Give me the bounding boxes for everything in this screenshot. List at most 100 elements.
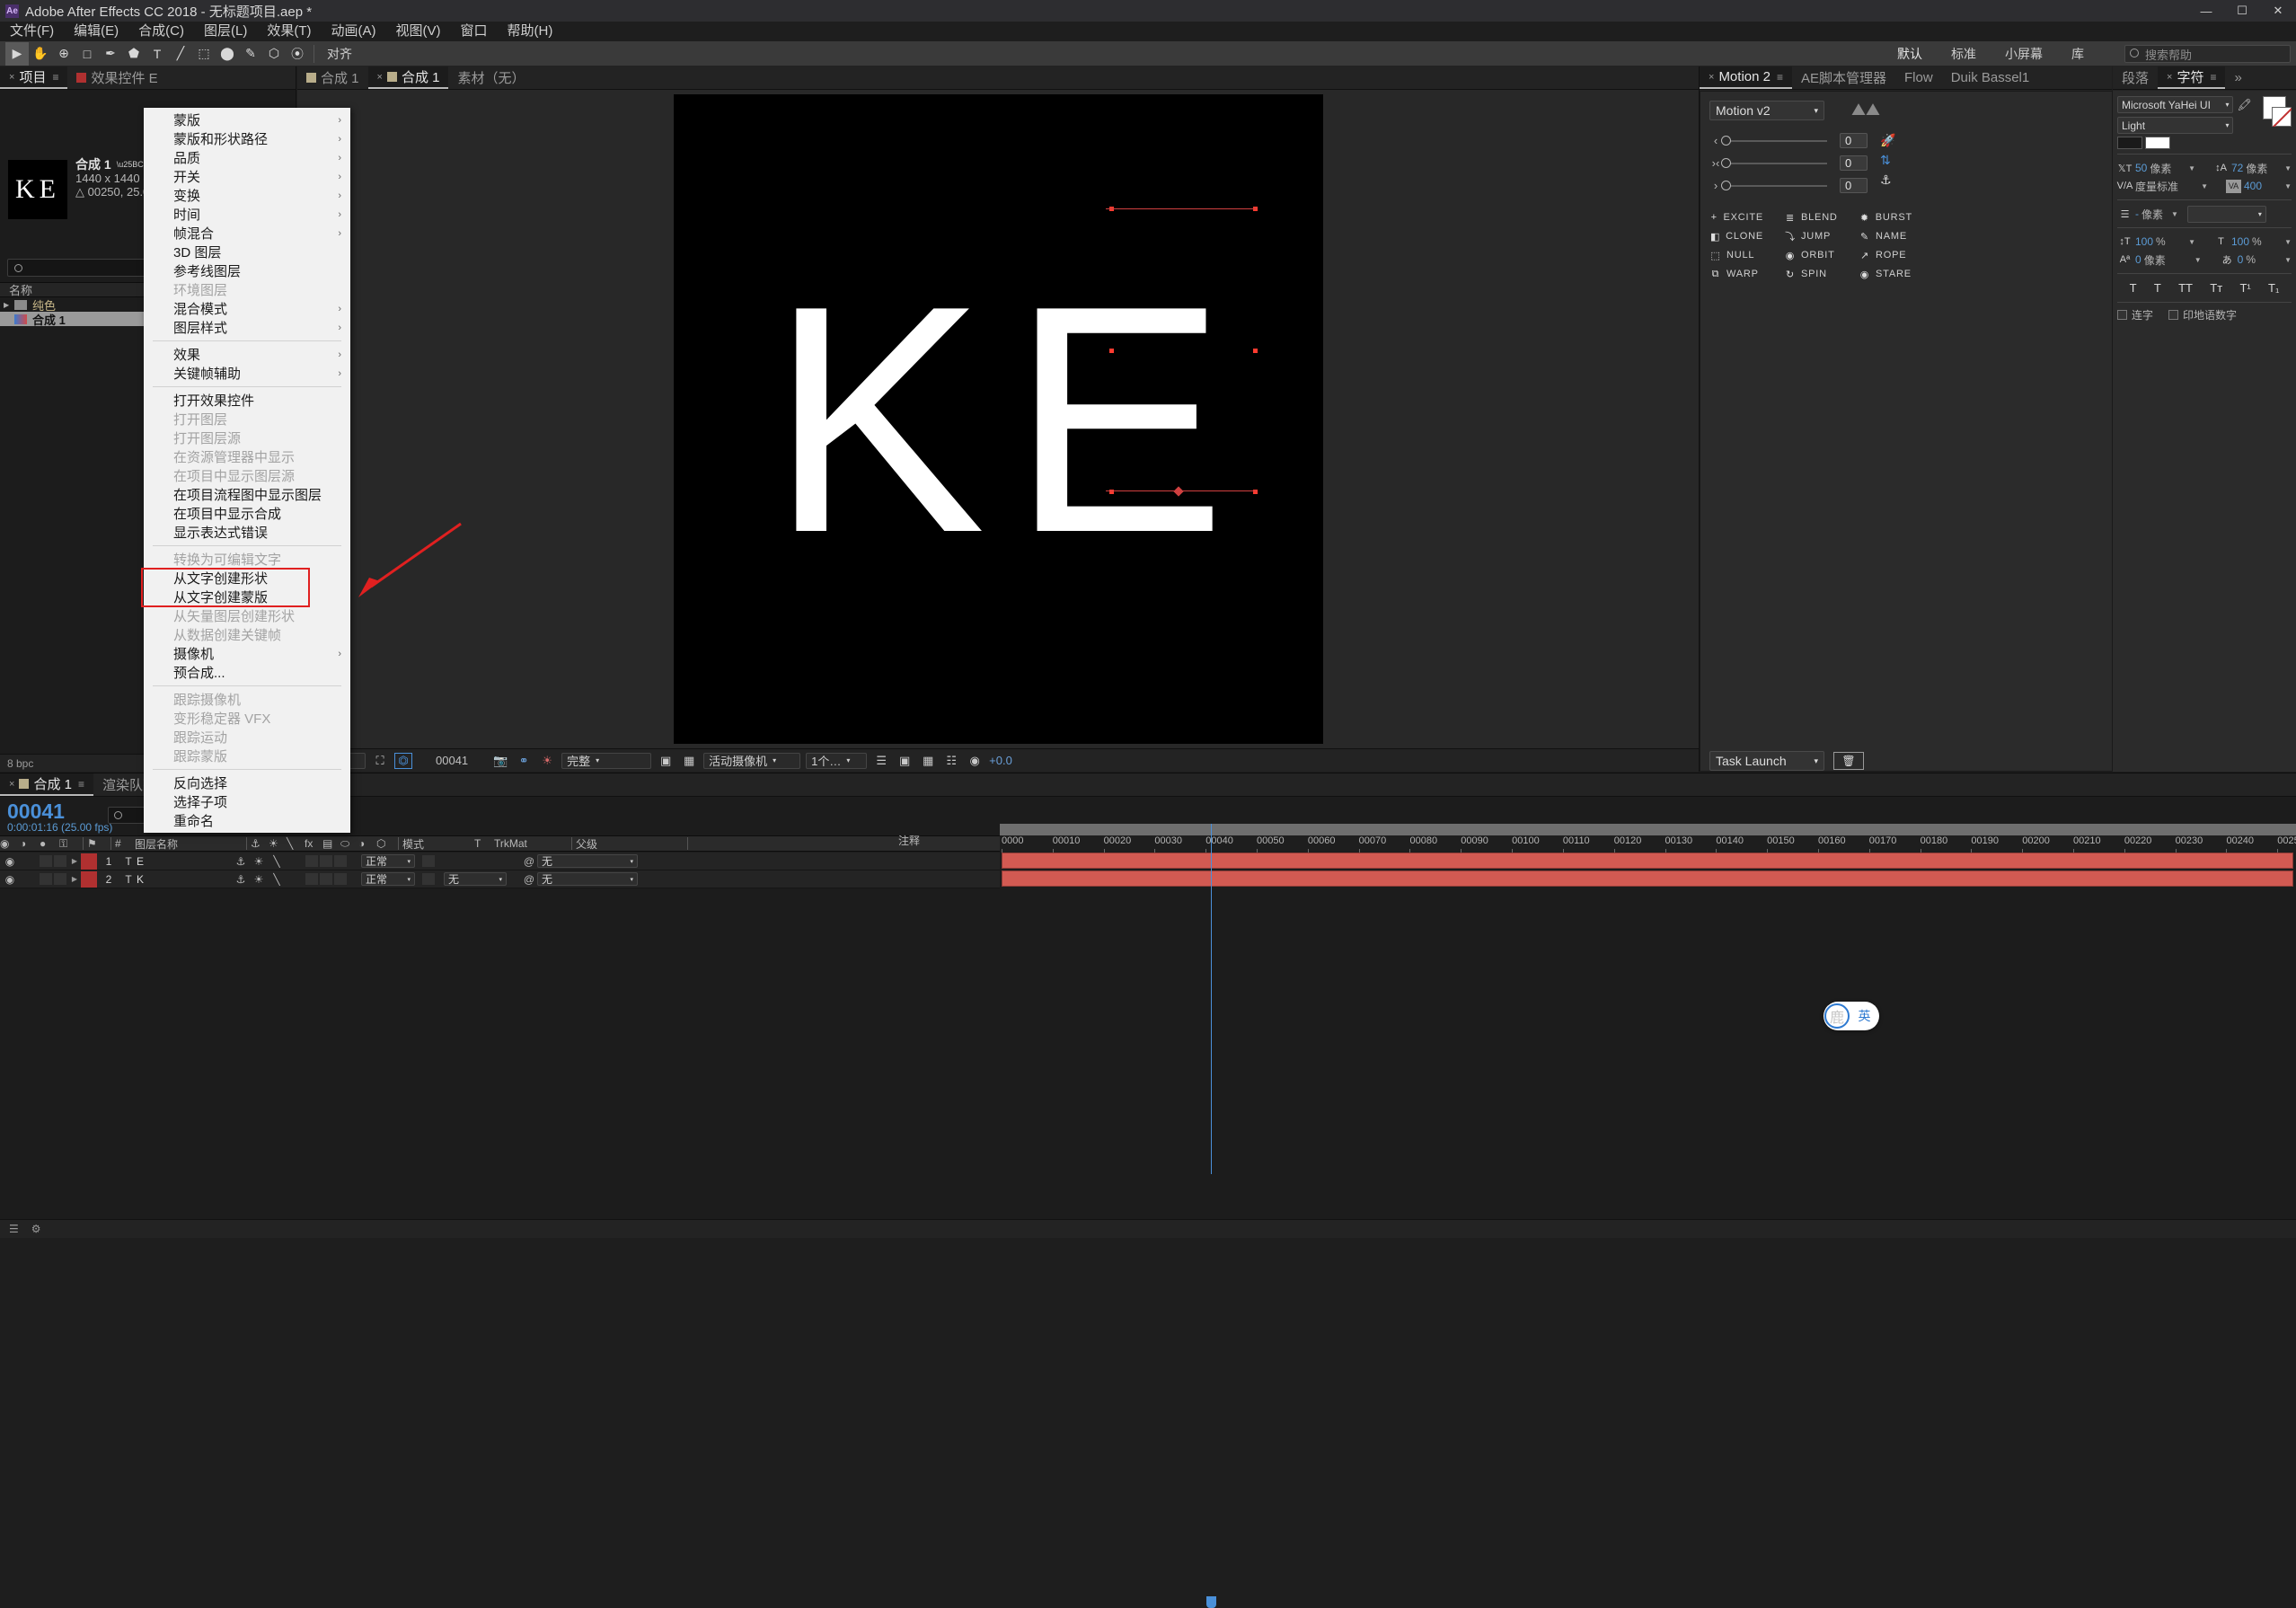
motion-slider-value[interactable]: 0 xyxy=(1840,155,1868,171)
motion-button-blend[interactable]: ≣ BLEND xyxy=(1784,211,1838,224)
motion-slider-knob[interactable] xyxy=(1721,157,1731,168)
tool-10-icon[interactable]: ✎ xyxy=(239,42,262,66)
layer-visibility-icon[interactable]: ◉ xyxy=(0,873,20,886)
chevron-down-icon[interactable]: ▼ xyxy=(2194,256,2202,264)
motionblur-switch-cell[interactable] xyxy=(334,855,347,867)
text-style-button-1[interactable]: T xyxy=(2154,281,2161,295)
menu-item-8[interactable]: 帮助(H) xyxy=(498,22,563,41)
selection-handle[interactable] xyxy=(1108,349,1114,353)
baseline-shift-value[interactable]: 0 xyxy=(2135,253,2141,266)
motion-button-clone[interactable]: ◧ CLONE xyxy=(1709,230,1763,243)
timeline-ruler[interactable]: 0000 00010 00020 00030 00040 00050 00060 00070 0… xyxy=(1000,835,2296,853)
chevron-down-icon[interactable]: ▼ xyxy=(2284,164,2292,172)
menu-item-5[interactable]: 动画(A) xyxy=(321,22,385,41)
context-menu-item[interactable]: 预合成... xyxy=(144,663,350,682)
menu-item-3[interactable]: 图层(L) xyxy=(194,22,257,41)
quality-select[interactable]: 完整 ▾ xyxy=(561,752,652,769)
viewer-timecode[interactable]: 00041 xyxy=(436,754,468,767)
viewer-tab-1[interactable]: × 合成 1 xyxy=(367,66,449,89)
motion-button-name[interactable]: ✎ NAME xyxy=(1859,230,1912,243)
context-menu-item[interactable]: 重命名 xyxy=(144,811,350,830)
kerning-value[interactable]: 度量标准 xyxy=(2135,179,2178,194)
context-menu-item[interactable]: 摄像机 › xyxy=(144,644,350,663)
leading-value[interactable]: 72 xyxy=(2231,162,2243,174)
timeline-layer-row[interactable]: ◉ ▶ 1 T E ⚓ ☀ ╲ 正常 ▾ @ 无 ▾ xyxy=(0,853,1000,870)
character-tab-1[interactable]: × 字符 ≡ xyxy=(2158,66,2226,89)
effects-switch-cell[interactable] xyxy=(305,855,318,867)
context-menu-item[interactable]: 帧混合 › xyxy=(144,224,350,243)
column-solo-icon[interactable]: ● xyxy=(40,835,59,852)
layer-lock-cell[interactable] xyxy=(54,855,66,867)
switch-column-7[interactable]: ⬡ xyxy=(376,835,394,852)
context-menu-item[interactable]: 蒙版和形状路径 › xyxy=(144,129,350,148)
layer-parent-select[interactable]: 无 ▾ xyxy=(537,872,638,886)
layer-name[interactable]: K xyxy=(137,873,219,886)
menu-item-1[interactable]: 编辑(E) xyxy=(64,22,128,41)
eyedropper-icon[interactable]: 🖍 xyxy=(2237,96,2252,134)
motion-button-warp[interactable]: ⧉ WARP xyxy=(1709,268,1763,280)
motion-slider-knob[interactable] xyxy=(1721,135,1731,146)
frameblend-switch-cell[interactable] xyxy=(320,873,332,885)
selection-handle[interactable] xyxy=(1252,349,1258,353)
show-snapshot-icon[interactable]: ⚭ xyxy=(515,753,533,769)
motion-button-orbit[interactable]: ◉ ORBIT xyxy=(1784,249,1838,261)
layer-mode-select[interactable]: 正常 ▾ xyxy=(361,872,415,886)
font-size-value[interactable]: 50 xyxy=(2135,162,2147,174)
timeline-tab-0[interactable]: × 合成 1 ≡ xyxy=(0,773,93,796)
character-tab-0[interactable]: 段落 xyxy=(2113,66,2158,89)
context-menu-item[interactable]: 变换 › xyxy=(144,186,350,205)
trash-icon[interactable]: 🗑 xyxy=(1833,752,1864,770)
slider-direction-icon[interactable]: › xyxy=(1709,179,1722,192)
font-style-select[interactable]: Light ▾ xyxy=(2117,117,2234,134)
horizontal-scale-value[interactable]: 100 xyxy=(2231,235,2249,248)
context-menu-item[interactable]: 品质 › xyxy=(144,148,350,167)
ime-floating-widget[interactable]: 鹿 英 xyxy=(1824,1002,1879,1030)
tool-9-icon[interactable]: ⬤ xyxy=(216,42,239,66)
motion-button-stare[interactable]: ◉ STARE xyxy=(1859,268,1912,280)
chevron-down-icon[interactable]: ▼ xyxy=(2284,238,2292,246)
context-menu-item[interactable]: 效果 › xyxy=(144,345,350,364)
menu-item-6[interactable]: 视图(V) xyxy=(385,22,450,41)
exposure-value[interactable]: +0.0 xyxy=(989,754,1012,767)
updown-arrow-icon[interactable]: ⇅ xyxy=(1880,153,1895,168)
task-launch-select[interactable]: Task Launch ▾ xyxy=(1709,751,1824,771)
column-label-icon[interactable]: ⚑ xyxy=(87,835,107,852)
motion-button-burst[interactable]: ✹ BURST xyxy=(1859,211,1912,224)
fill-stroke-swatches[interactable] xyxy=(2256,96,2292,134)
anchor-icon[interactable]: ⚓ xyxy=(1880,172,1895,188)
context-menu-item[interactable]: 时间 › xyxy=(144,205,350,224)
chevron-down-icon[interactable]: ▼ xyxy=(2284,256,2292,264)
tool-7-icon[interactable]: ╱ xyxy=(169,42,192,66)
context-menu-item[interactable]: 参考线图层 xyxy=(144,261,350,280)
tool-6-icon[interactable]: T xyxy=(146,42,169,66)
white-fill-swatch[interactable] xyxy=(2145,137,2170,149)
close-icon[interactable]: × xyxy=(2167,72,2172,83)
tool-4-icon[interactable]: ✒ xyxy=(99,42,122,66)
switch-column-0[interactable]: ⚓ xyxy=(251,835,269,852)
transparency-grid-icon[interactable]: ▦ xyxy=(680,753,698,769)
font-family-select[interactable]: Microsoft YaHei UI ▾ xyxy=(2117,96,2234,113)
switch-column-5[interactable]: ⬭ xyxy=(340,835,358,852)
project-tab-1[interactable]: 效果控件 E xyxy=(67,66,166,89)
context-menu-item[interactable]: 混合模式 › xyxy=(144,299,350,318)
panel-menu-icon[interactable]: ≡ xyxy=(1777,71,1783,84)
menu-item-4[interactable]: 效果(T) xyxy=(257,22,321,41)
column-comment[interactable]: 注释 xyxy=(898,833,920,848)
stroke-width-value[interactable]: - xyxy=(2135,208,2139,220)
text-style-button-0[interactable]: T xyxy=(2130,281,2137,295)
motion-tab-1[interactable]: AE脚本管理器 xyxy=(1792,66,1895,89)
hindi-digits-checkbox[interactable] xyxy=(2168,310,2179,320)
text-style-button-3[interactable]: Tᴛ xyxy=(2210,281,2222,295)
motion-slider-value[interactable]: 0 xyxy=(1840,133,1868,148)
context-menu-item[interactable]: 开关 › xyxy=(144,167,350,186)
close-icon[interactable]: × xyxy=(1709,72,1714,83)
layer-label-color[interactable] xyxy=(81,853,97,870)
motion-tab-3[interactable]: Duik Bassel1 xyxy=(1942,66,2039,89)
column-eye-icon[interactable]: ◉ xyxy=(0,835,20,852)
close-button[interactable]: ✕ xyxy=(2260,0,2296,22)
context-menu-item[interactable]: 显示表达式错误 xyxy=(144,523,350,542)
ligature-checkbox[interactable] xyxy=(2117,310,2127,320)
preserve-transparency-cell[interactable] xyxy=(422,855,435,867)
motion-button-null[interactable]: ⬚ NULL xyxy=(1709,249,1763,261)
preserve-transparency-cell[interactable] xyxy=(422,873,435,885)
